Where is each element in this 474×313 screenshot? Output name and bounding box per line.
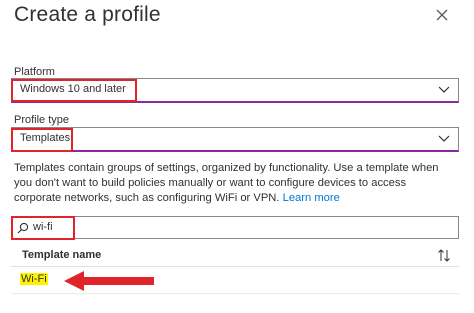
chevron-down-icon	[438, 86, 450, 93]
column-header-label: Template name	[22, 249, 102, 261]
profile-type-label: Profile type	[14, 114, 70, 126]
page-title: Create a profile	[14, 3, 161, 26]
learn-more-link[interactable]: Learn more	[283, 192, 340, 204]
close-icon	[436, 9, 448, 21]
chevron-down-icon	[438, 135, 450, 142]
platform-label: Platform	[14, 66, 55, 78]
search-input[interactable]: wi-fi	[11, 216, 459, 239]
platform-value: Windows 10 and later	[20, 83, 126, 95]
table-row[interactable]: Wi-Fi	[11, 268, 459, 294]
template-name-column-header[interactable]: Template name	[11, 245, 459, 267]
search-value: wi-fi	[33, 221, 53, 233]
create-profile-panel: Create a profile Platform Windows 10 and…	[0, 0, 474, 313]
platform-dropdown[interactable]: Windows 10 and later	[11, 78, 459, 103]
sort-icon[interactable]	[437, 249, 451, 262]
search-icon	[17, 222, 29, 234]
profile-type-value: Templates	[20, 132, 71, 144]
close-button[interactable]	[433, 6, 451, 24]
template-name-wifi[interactable]: Wi-Fi	[20, 273, 48, 285]
description-text: Templates contain groups of settings, or…	[14, 162, 439, 204]
templates-description: Templates contain groups of settings, or…	[14, 161, 454, 206]
profile-type-dropdown[interactable]: Templates	[11, 127, 459, 152]
